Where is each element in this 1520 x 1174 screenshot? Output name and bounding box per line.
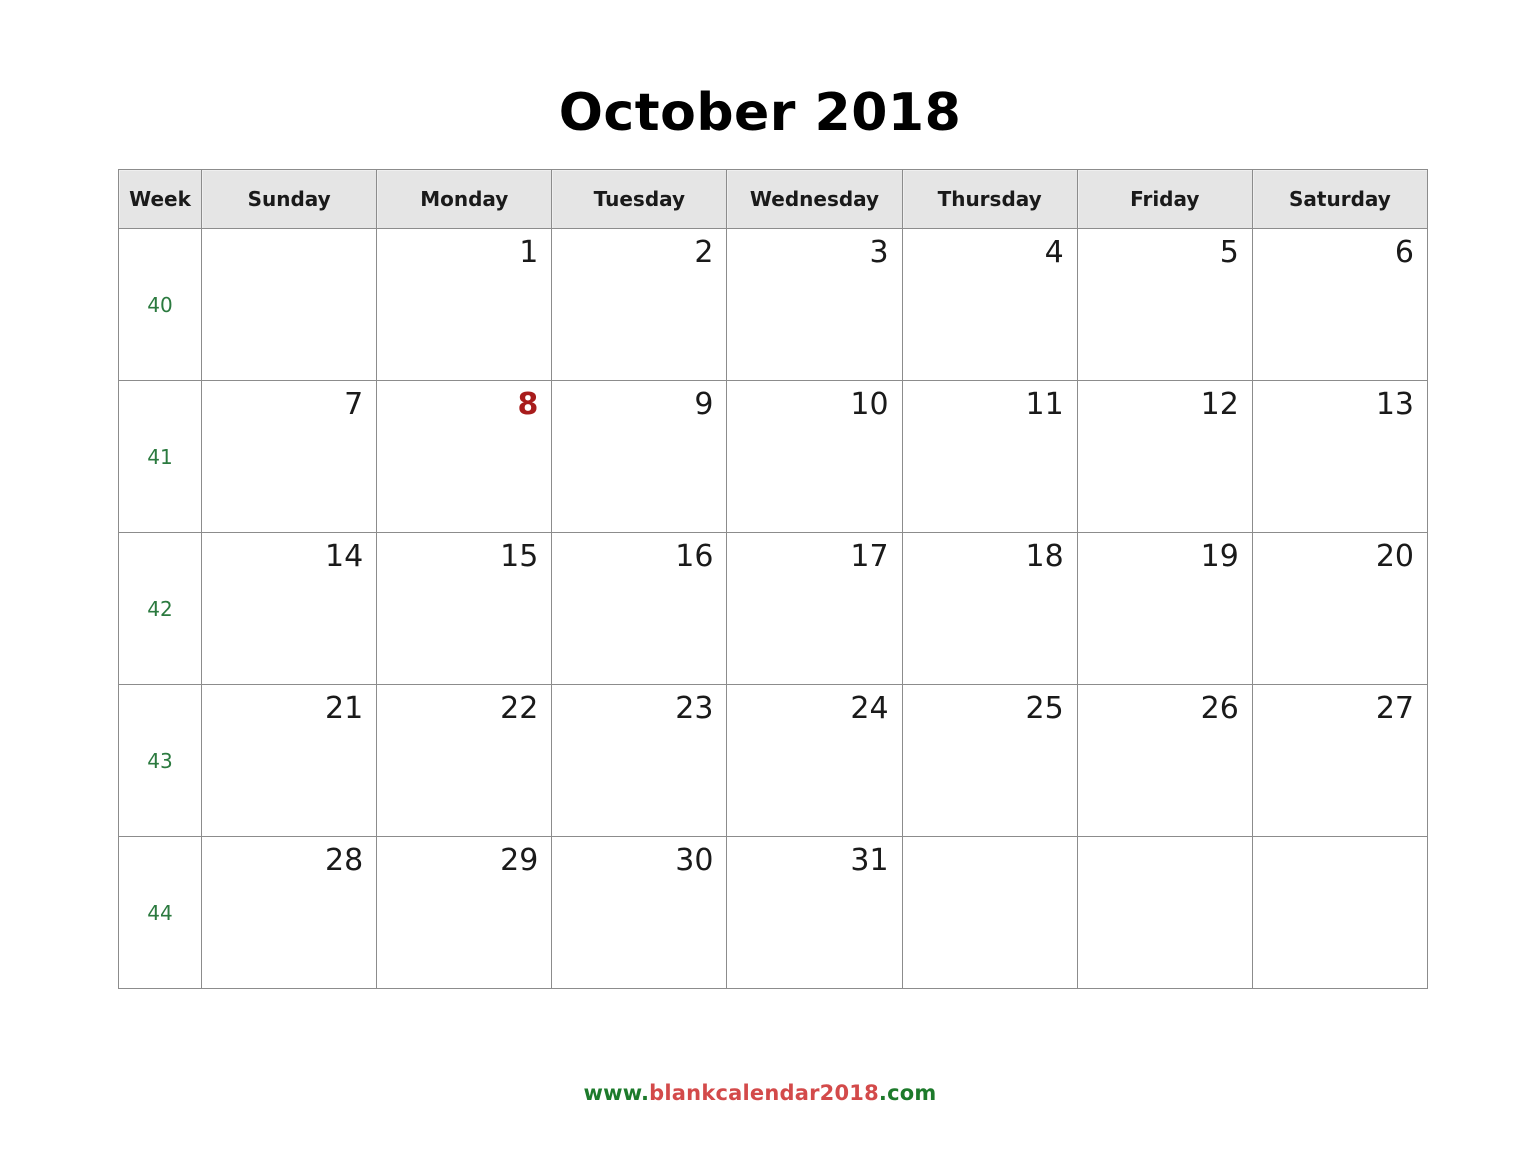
day-number: 22 xyxy=(500,691,539,726)
day-cell[interactable] xyxy=(1076,836,1253,989)
day-number: 13 xyxy=(1375,387,1414,422)
day-number: 11 xyxy=(1025,387,1064,422)
day-cell[interactable]: 15 xyxy=(376,532,553,685)
day-number: 9 xyxy=(694,387,714,422)
day-cell[interactable]: 12 xyxy=(1076,380,1253,533)
footer-website[interactable]: www.blankcalendar2018.com xyxy=(0,1081,1520,1105)
day-number: 26 xyxy=(1200,691,1239,726)
header-row: Week Sunday Monday Tuesday Wednesday Thu… xyxy=(117,169,1429,229)
day-cell[interactable]: 6 xyxy=(1251,228,1429,381)
day-number: 1 xyxy=(519,235,539,270)
day-cell[interactable]: 7 xyxy=(201,380,378,533)
week-number-cell: 43 xyxy=(117,684,203,837)
day-number: 31 xyxy=(850,843,889,878)
footer-tld: .com xyxy=(878,1081,937,1105)
calendar-week-row: 40 1 2 3 4 5 6 xyxy=(117,228,1429,381)
page-title: October 2018 xyxy=(558,83,962,143)
day-number: 28 xyxy=(325,843,364,878)
day-number: 25 xyxy=(1025,691,1064,726)
day-cell[interactable]: 17 xyxy=(726,532,903,685)
week-number-cell: 40 xyxy=(117,228,203,381)
footer-domain: blankcalendar2018 xyxy=(649,1081,879,1105)
day-number: 23 xyxy=(675,691,714,726)
day-cell[interactable]: 26 xyxy=(1076,684,1253,837)
day-cell[interactable] xyxy=(1251,836,1429,989)
day-number: 30 xyxy=(675,843,714,878)
day-cell[interactable] xyxy=(201,228,378,381)
day-cell[interactable]: 22 xyxy=(376,684,553,837)
day-cell[interactable]: 25 xyxy=(901,684,1078,837)
header-thursday: Thursday xyxy=(901,169,1078,229)
day-number: 21 xyxy=(325,691,364,726)
day-number: 6 xyxy=(1394,235,1414,270)
day-number: 3 xyxy=(869,235,889,270)
day-number: 7 xyxy=(344,387,364,422)
day-cell[interactable]: 14 xyxy=(201,532,378,685)
day-cell[interactable]: 3 xyxy=(726,228,903,381)
day-cell[interactable]: 16 xyxy=(551,532,728,685)
calendar-week-row: 44 28 29 30 31 xyxy=(117,836,1429,989)
header-sunday: Sunday xyxy=(201,169,378,229)
header-monday: Monday xyxy=(376,169,553,229)
day-cell[interactable]: 10 xyxy=(726,380,903,533)
day-cell[interactable]: 19 xyxy=(1076,532,1253,685)
day-number: 29 xyxy=(500,843,539,878)
calendar-week-row: 41 7 8 9 10 11 12 13 xyxy=(117,380,1429,533)
header-wednesday: Wednesday xyxy=(726,169,903,229)
day-number: 12 xyxy=(1200,387,1239,422)
header-week: Week xyxy=(117,169,203,229)
day-cell[interactable]: 5 xyxy=(1076,228,1253,381)
calendar-container: Week Sunday Monday Tuesday Wednesday Thu… xyxy=(117,169,1429,989)
day-cell[interactable]: 8 xyxy=(376,380,553,533)
calendar-week-row: 43 21 22 23 24 25 26 27 xyxy=(117,684,1429,837)
day-number: 15 xyxy=(500,539,539,574)
day-cell[interactable]: 9 xyxy=(551,380,728,533)
day-number: 14 xyxy=(325,539,364,574)
day-number-highlighted: 8 xyxy=(517,387,539,422)
header-friday: Friday xyxy=(1076,169,1253,229)
day-cell[interactable]: 11 xyxy=(901,380,1078,533)
day-cell[interactable]: 20 xyxy=(1251,532,1429,685)
day-cell[interactable]: 1 xyxy=(376,228,553,381)
week-number-cell: 42 xyxy=(117,532,203,685)
day-cell[interactable]: 2 xyxy=(551,228,728,381)
day-cell[interactable]: 31 xyxy=(726,836,903,989)
calendar-week-row: 42 14 15 16 17 18 19 20 xyxy=(117,532,1429,685)
header-tuesday: Tuesday xyxy=(551,169,728,229)
day-cell[interactable]: 29 xyxy=(376,836,553,989)
day-number: 24 xyxy=(850,691,889,726)
week-number-cell: 44 xyxy=(117,836,203,989)
week-number-cell: 41 xyxy=(117,380,203,533)
footer-www: www. xyxy=(583,1081,650,1105)
calendar-header: Week Sunday Monday Tuesday Wednesday Thu… xyxy=(117,169,1429,229)
day-number: 5 xyxy=(1219,235,1239,270)
day-cell[interactable]: 23 xyxy=(551,684,728,837)
day-number: 4 xyxy=(1044,235,1064,270)
day-cell[interactable]: 13 xyxy=(1251,380,1429,533)
day-number: 20 xyxy=(1375,539,1414,574)
day-cell[interactable]: 18 xyxy=(901,532,1078,685)
day-number: 19 xyxy=(1200,539,1239,574)
day-cell[interactable]: 30 xyxy=(551,836,728,989)
day-cell[interactable]: 4 xyxy=(901,228,1078,381)
day-number: 2 xyxy=(694,235,714,270)
calendar-page: October 2018 Week Sunday Monday Tuesday … xyxy=(0,0,1520,1174)
day-number: 18 xyxy=(1025,539,1064,574)
day-cell[interactable]: 27 xyxy=(1251,684,1429,837)
calendar-table: Week Sunday Monday Tuesday Wednesday Thu… xyxy=(117,169,1429,989)
day-cell[interactable] xyxy=(901,836,1078,989)
day-cell[interactable]: 24 xyxy=(726,684,903,837)
header-saturday: Saturday xyxy=(1251,169,1429,229)
calendar-body: 40 1 2 3 4 5 6 41 7 8 9 10 11 12 13 42 14 15 16 17 18 19 20 43 2… xyxy=(117,228,1429,989)
day-number: 10 xyxy=(850,387,889,422)
day-number: 17 xyxy=(850,539,889,574)
day-cell[interactable]: 28 xyxy=(201,836,378,989)
day-cell[interactable]: 21 xyxy=(201,684,378,837)
day-number: 16 xyxy=(675,539,714,574)
day-number: 27 xyxy=(1375,691,1414,726)
